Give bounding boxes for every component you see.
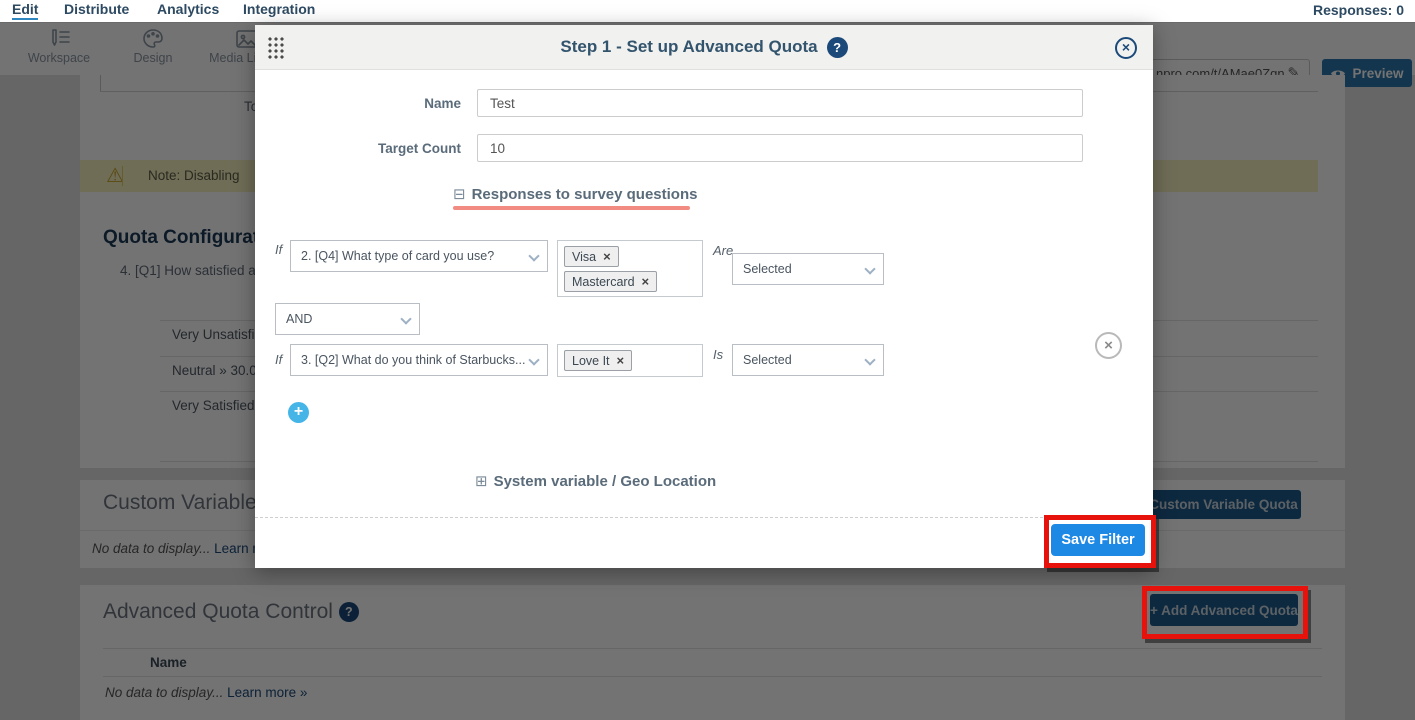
is-label: Is — [713, 347, 723, 362]
annotation-box-add-advanced-quota — [1142, 586, 1308, 639]
tag-love-it: Love It × — [564, 350, 632, 371]
question-select-2[interactable]: 3. [Q2] What do you think of Starbucks..… — [290, 344, 548, 376]
joiner-select[interactable]: AND — [275, 303, 420, 335]
close-button[interactable]: × — [1115, 37, 1137, 59]
question-select-2-value: 3. [Q2] What do you think of Starbucks..… — [301, 353, 525, 367]
top-nav: Edit Distribute Analytics Integration Re… — [0, 0, 1415, 22]
responses-count: Responses: 0 — [1313, 2, 1404, 18]
nav-tab-edit[interactable]: Edit — [12, 1, 38, 20]
answer-tags-2[interactable]: Love It × — [557, 344, 703, 377]
responses-section-label: Responses to survey questions — [472, 186, 698, 203]
tag-label: Mastercard — [572, 275, 635, 289]
annotation-box-save-filter — [1044, 515, 1156, 568]
target-count-label: Target Count — [255, 141, 461, 156]
joiner-select-value: AND — [286, 312, 312, 326]
chevron-down-icon — [400, 313, 411, 324]
plus-icon: + — [294, 403, 303, 420]
name-label: Name — [255, 96, 461, 111]
if-label: If — [275, 242, 282, 257]
operator-select-1[interactable]: Selected — [732, 253, 884, 285]
question-select-1[interactable]: 2. [Q4] What type of card you use? — [290, 240, 548, 272]
name-input[interactable] — [477, 89, 1083, 117]
remove-icon: × — [1104, 337, 1113, 354]
chevron-down-icon — [864, 354, 875, 365]
modal-header: Step 1 - Set up Advanced Quota ? × — [255, 25, 1153, 70]
collapse-icon: ⊟ — [453, 185, 466, 203]
modal-title: Step 1 - Set up Advanced Quota — [560, 37, 817, 57]
tag-remove-icon[interactable]: × — [642, 274, 650, 289]
advanced-quota-modal: Step 1 - Set up Advanced Quota ? × Name … — [255, 25, 1153, 568]
if-label: If — [275, 352, 282, 367]
drag-handle-icon[interactable] — [267, 36, 284, 60]
are-label: Are — [713, 243, 733, 258]
nav-tab-analytics[interactable]: Analytics — [157, 1, 219, 17]
tag-label: Love It — [572, 354, 610, 368]
expand-icon: ⊞ — [475, 472, 488, 490]
operator-select-2[interactable]: Selected — [732, 344, 884, 376]
dashed-divider — [255, 517, 1153, 518]
tag-label: Visa — [572, 250, 596, 264]
chevron-down-icon — [528, 354, 539, 365]
close-icon: × — [1122, 39, 1130, 55]
tag-mastercard: Mastercard × — [564, 271, 657, 292]
add-condition-button[interactable]: + — [288, 402, 309, 423]
nav-tab-integration[interactable]: Integration — [243, 1, 315, 17]
tag-visa: Visa × — [564, 246, 619, 267]
answer-tags-1[interactable]: Visa × Mastercard × — [557, 240, 703, 297]
tag-remove-icon[interactable]: × — [603, 249, 611, 264]
chevron-down-icon — [528, 250, 539, 261]
operator-select-2-value: Selected — [743, 353, 792, 367]
tag-remove-icon[interactable]: × — [617, 353, 625, 368]
target-count-input[interactable] — [477, 134, 1083, 162]
chevron-down-icon — [864, 263, 875, 274]
nav-tab-distribute[interactable]: Distribute — [64, 1, 129, 17]
responses-section-toggle[interactable]: ⊟ Responses to survey questions — [453, 185, 697, 203]
help-icon[interactable]: ? — [827, 37, 848, 58]
remove-condition-button[interactable]: × — [1095, 332, 1122, 359]
section-underline — [453, 206, 690, 210]
question-select-1-value: 2. [Q4] What type of card you use? — [301, 249, 494, 263]
operator-select-1-value: Selected — [743, 262, 792, 276]
system-variable-section-label: System variable / Geo Location — [494, 473, 717, 490]
system-variable-section-toggle[interactable]: ⊞ System variable / Geo Location — [475, 472, 716, 490]
